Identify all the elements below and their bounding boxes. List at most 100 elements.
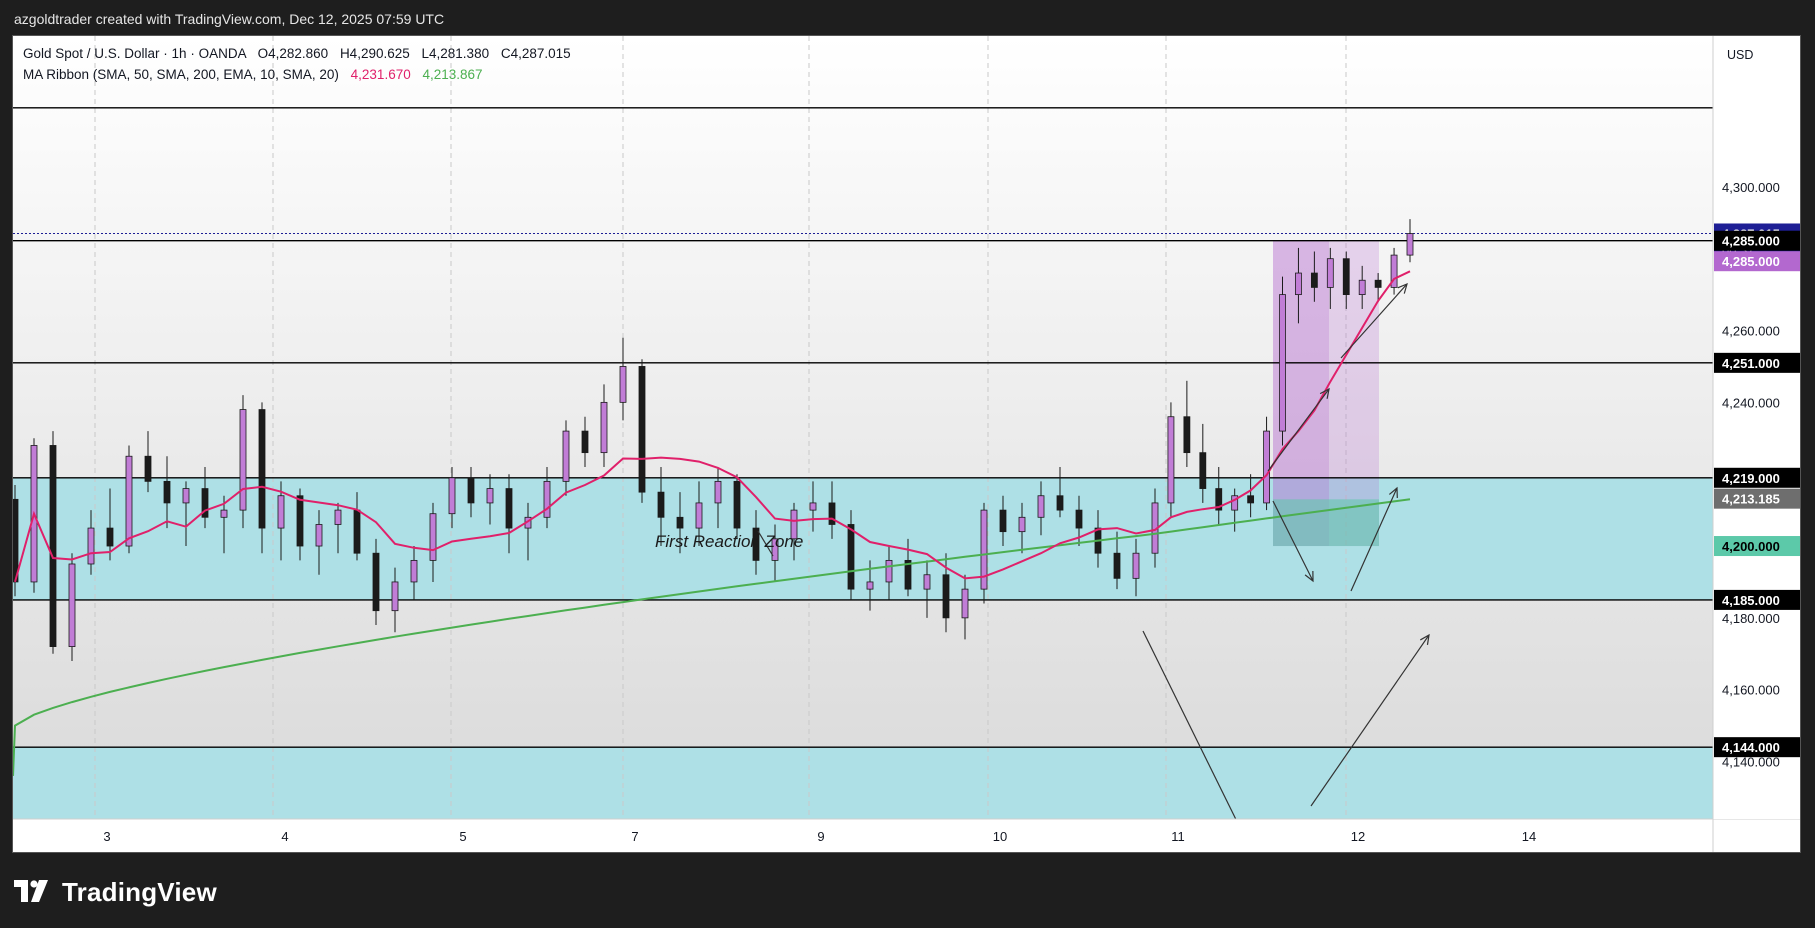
- attribution-bar: azgoldtrader created with TradingView.co…: [0, 0, 1815, 36]
- candle-body: [961, 588, 969, 619]
- candle-body: [410, 559, 418, 583]
- candle-body: [676, 516, 684, 529]
- candle-body: [49, 445, 57, 647]
- close-value: C4,287.015: [500, 46, 571, 61]
- candle-body: [1310, 272, 1318, 288]
- chart-frame[interactable]: First Reaction Zone 3 4 5 7 9 10 11 12 14 4,300.00…: [12, 35, 1801, 853]
- candle-body: [258, 409, 266, 529]
- price-tag-label: 4,285.000: [1722, 254, 1780, 269]
- candle-body: [1167, 416, 1175, 504]
- x-tick-label: 10: [993, 829, 1007, 844]
- candle-body: [467, 477, 475, 504]
- support-zone: [13, 747, 1713, 819]
- indicator-name[interactable]: MA Ribbon (SMA, 50, SMA, 200, EMA, 10, S…: [23, 67, 339, 82]
- brand-name: TradingView: [62, 877, 217, 907]
- candle-body: [68, 563, 76, 647]
- annotation-first-reaction-zone: First Reaction Zone: [655, 532, 803, 551]
- candle-body: [581, 430, 589, 454]
- candle-body: [657, 491, 665, 518]
- plot-background: [13, 36, 1713, 819]
- candle-body: [334, 509, 342, 525]
- candle-body: [1358, 279, 1366, 296]
- candle-body: [182, 488, 190, 504]
- symbol-name[interactable]: Gold Spot / U.S. Dollar · 1h · OANDA: [23, 46, 246, 61]
- candle-body: [1263, 430, 1270, 504]
- candle-body: [372, 552, 380, 612]
- candle-body: [486, 488, 494, 504]
- candle-body: [1247, 495, 1255, 504]
- x-tick-label: 5: [459, 829, 466, 844]
- candle-body: [600, 401, 608, 454]
- price-tag-label: 4,251.000: [1722, 356, 1780, 371]
- candle-body: [239, 409, 247, 511]
- open-value: O4,282.860: [257, 46, 329, 61]
- candle-body: [1279, 294, 1286, 432]
- candle-body: [562, 430, 570, 482]
- candle-body: [1342, 258, 1350, 296]
- currency-selector[interactable]: USD: [1727, 48, 1753, 62]
- y-tick-label: 4,180.000: [1722, 611, 1780, 626]
- candle-body: [828, 502, 836, 525]
- candle-body: [353, 509, 361, 554]
- ma-pink-value: 4,231.670: [350, 67, 411, 82]
- candle-body: [277, 495, 285, 529]
- candle-body: [106, 527, 114, 547]
- price-tag-label: 4,213.185: [1722, 492, 1780, 507]
- high-value: H4,290.625: [339, 46, 410, 61]
- price-tag-label: 4,144.000: [1722, 740, 1780, 755]
- y-tick-label: 4,240.000: [1722, 395, 1780, 410]
- price-tag-label: 4,185.000: [1722, 593, 1780, 608]
- candle-body: [809, 502, 817, 511]
- candle-body: [144, 455, 152, 482]
- candle-body: [1132, 552, 1140, 579]
- candle-body: [1406, 233, 1414, 256]
- price-chart[interactable]: First Reaction Zone 3 4 5 7 9 10 11 12 14 4,300.00…: [13, 36, 1801, 853]
- x-tick-label: 3: [103, 829, 110, 844]
- candle-body: [999, 509, 1007, 533]
- candle-body: [942, 574, 950, 619]
- candle-body: [1056, 495, 1064, 511]
- y-tick-label: 4,160.000: [1722, 683, 1780, 698]
- support-zone: [13, 477, 1713, 600]
- candle-body: [315, 524, 323, 547]
- candle-body: [923, 574, 931, 590]
- candle-body: [163, 480, 171, 504]
- candle-body: [638, 366, 646, 493]
- candle-body: [87, 527, 95, 565]
- price-tag-label: 4,285.000: [1722, 234, 1780, 249]
- candle-body: [13, 498, 19, 583]
- candle-body: [543, 480, 551, 518]
- low-value: L4,281.380: [421, 46, 490, 61]
- candle-body: [847, 524, 855, 590]
- candle-body: [619, 366, 627, 403]
- candle-body: [296, 495, 304, 547]
- price-tag-label: 4,219.000: [1722, 471, 1780, 486]
- candle-body: [1374, 279, 1382, 288]
- price-tag-label: 4,200.000: [1722, 539, 1780, 554]
- candle-body: [429, 513, 437, 561]
- price-axis-bg: [1713, 36, 1800, 819]
- symbol-legend[interactable]: Gold Spot / U.S. Dollar · 1h · OANDA O4,…: [23, 46, 571, 61]
- candle-body: [885, 559, 893, 583]
- ma-green-value: 4,213.867: [422, 67, 483, 82]
- x-tick-label: 7: [631, 829, 638, 844]
- candle-body: [1113, 552, 1121, 579]
- candle-body: [1326, 258, 1334, 288]
- x-tick-label: 14: [1522, 829, 1536, 844]
- x-tick-label: 4: [281, 829, 288, 844]
- candle-body: [866, 581, 874, 590]
- x-tick-label: 9: [817, 829, 824, 844]
- y-tick-label: 4,300.000: [1722, 180, 1780, 195]
- candle-body: [220, 509, 228, 518]
- indicator-legend[interactable]: MA Ribbon (SMA, 50, SMA, 200, EMA, 10, S…: [23, 67, 483, 82]
- candle-body: [1018, 516, 1026, 533]
- tradingview-logo-icon: [14, 880, 48, 902]
- candle-body: [1075, 509, 1083, 529]
- candle-body: [448, 477, 456, 515]
- candle-body: [695, 502, 703, 529]
- y-tick-label: 4,260.000: [1722, 324, 1780, 339]
- candle-body: [1199, 452, 1207, 489]
- x-tick-label: 11: [1171, 829, 1185, 844]
- candle-body: [505, 488, 513, 529]
- candle-body: [714, 480, 722, 504]
